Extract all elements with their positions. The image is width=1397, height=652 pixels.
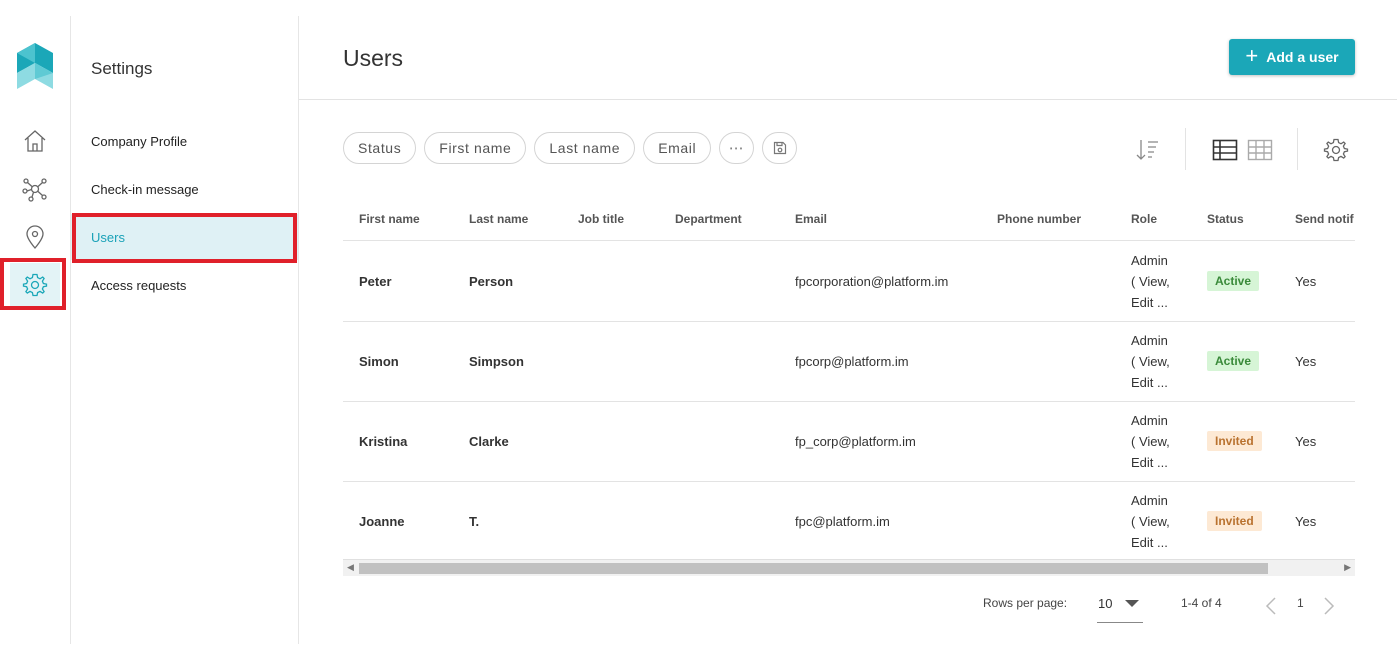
location-pin-icon [26,225,44,249]
rows-per-page-value: 10 [1098,596,1113,611]
status-badge: Active [1207,351,1260,371]
icon-rail [0,16,71,644]
rows-per-page-select[interactable]: 10 [1097,596,1143,623]
cell-send-notification: Yes [1295,433,1317,449]
table-settings-button[interactable] [1321,136,1351,164]
filter-chip-status[interactable]: Status [343,132,417,164]
filter-chip-email[interactable]: Email [643,132,712,164]
toolbar-divider [1185,128,1186,170]
caret-down-icon [1125,600,1140,607]
scrollbar-thumb[interactable] [359,563,1268,574]
cell-send-notification: Yes [1295,353,1317,369]
scroll-left-arrow-icon[interactable]: ◀ [347,562,354,573]
column-header-send-notification[interactable]: Send notif [1295,198,1354,240]
rail-home[interactable] [10,119,60,163]
status-badge: Invited [1207,431,1262,451]
gear-icon [1323,138,1349,162]
highlight-box-settings-icon [0,258,66,310]
sort-button[interactable] [1132,136,1162,164]
cell-role: Admin ( View, Edit ... [1131,332,1170,390]
grid-view-icon [1247,139,1273,161]
settings-nav-item-access-requests[interactable]: Access requests [71,262,298,308]
cell-last-name: Clarke [469,433,509,449]
home-icon [24,130,46,152]
column-header-first-name[interactable]: First name [359,198,420,240]
toolbar-divider [1297,128,1298,170]
cell-email: fpcorp@platform.im [795,353,909,369]
table-row[interactable]: Peter Person fpcorporation@platform.im A… [343,241,1355,322]
sort-icon [1136,140,1158,160]
column-header-last-name[interactable]: Last name [469,198,528,240]
filter-chip-first-name[interactable]: First name [424,132,527,164]
settings-nav: Settings Company Profile Check-in messag… [71,16,299,644]
add-user-button[interactable]: + Add a user [1229,39,1355,75]
app-logo[interactable] [17,43,53,89]
rail-locations[interactable] [10,215,60,259]
list-view-icon [1212,139,1238,161]
cell-email: fpcorporation@platform.im [795,273,949,289]
cell-email: fpc@platform.im [795,513,890,529]
users-table: First name Last name Job title Departmen… [343,198,1355,558]
cell-role: Admin ( View, Edit ... [1131,492,1170,550]
cell-last-name: T. [469,513,480,529]
more-filters-button[interactable]: ⋯ [719,132,755,164]
column-header-status[interactable]: Status [1207,198,1244,240]
filter-chip-last-name[interactable]: Last name [534,132,636,164]
settings-nav-title: Settings [91,59,153,78]
column-header-email[interactable]: Email [795,198,827,240]
table-header: First name Last name Job title Departmen… [343,198,1355,241]
chevron-left-icon[interactable] [1265,597,1277,615]
cell-first-name: Simon [359,353,399,369]
table-row[interactable]: Joanne T. fpc@platform.im Admin ( View, … [343,481,1355,558]
main-content: Users + Add a user Status First name Las… [299,16,1397,644]
cell-last-name: Simpson [469,353,524,369]
page-title: Users [343,45,404,71]
current-page: 1 [1297,596,1304,610]
cell-role: Admin ( View, Edit ... [1131,412,1170,470]
column-header-role[interactable]: Role [1131,198,1157,240]
cell-email: fp_corp@platform.im [795,433,916,449]
cell-first-name: Kristina [359,433,408,449]
rail-network[interactable] [10,167,60,211]
table-row[interactable]: Kristina Clarke fp_corp@platform.im Admi… [343,401,1355,482]
column-header-department[interactable]: Department [675,198,742,240]
column-header-job-title[interactable]: Job title [578,198,624,240]
pagination-range: 1-4 of 4 [1181,596,1222,610]
cell-role: Admin ( View, Edit ... [1131,252,1170,310]
save-filter-button[interactable] [762,132,798,164]
horizontal-scrollbar[interactable]: ◀ ▶ [343,559,1355,576]
column-header-phone-number[interactable]: Phone number [997,198,1081,240]
list-view-button[interactable] [1210,136,1240,164]
status-badge: Invited [1207,511,1262,531]
more-dots-icon: ⋯ [728,140,745,157]
chevron-right-icon[interactable] [1323,597,1335,615]
cell-first-name: Peter [359,273,392,289]
cell-send-notification: Yes [1295,513,1317,529]
cell-first-name: Joanne [359,513,405,529]
rows-per-page-label: Rows per page: [983,596,1068,610]
settings-nav-item-company-profile[interactable]: Company Profile [71,118,298,164]
save-icon [773,141,786,155]
header-divider [299,99,1397,100]
settings-nav-item-check-in-message[interactable]: Check-in message [71,166,298,212]
status-badge: Active [1207,271,1260,291]
network-icon [22,178,47,202]
highlight-box-users-nav [72,213,297,263]
cell-last-name: Person [469,273,514,289]
add-user-button-label: Add a user [1266,49,1339,65]
scroll-right-arrow-icon[interactable]: ▶ [1344,562,1351,573]
cell-send-notification: Yes [1295,273,1317,289]
grid-view-button[interactable] [1245,136,1275,164]
filter-chips: Status First name Last name Email ⋯ [343,132,798,164]
table-row[interactable]: Simon Simpson fpcorp@platform.im Admin (… [343,321,1355,402]
plus-icon: + [1245,43,1259,68]
